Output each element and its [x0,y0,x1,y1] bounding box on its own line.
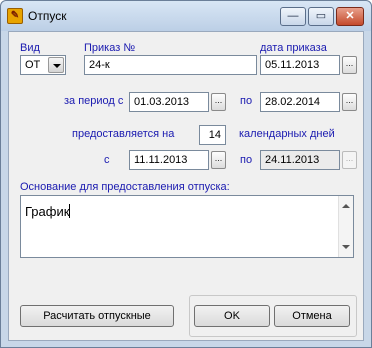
osnovanie-text: График [25,204,71,219]
dialog-body: Вид Приказ № дата приказа ОТ 24-к 05.11.… [8,31,364,341]
osnovanie-textarea[interactable]: График [20,195,354,258]
period-from-label: за период с [64,95,124,107]
data-prikaza-input[interactable]: 05.11.2013 [260,55,340,75]
close-button[interactable]: ✕ [336,7,364,26]
scroll-up-icon[interactable] [342,204,350,208]
cancel-button[interactable]: Отмена [274,305,350,327]
days-unit-label: календарных дней [239,128,335,140]
minimize-button[interactable]: — [280,7,306,26]
leave-from-input[interactable]: 11.11.2013 [129,150,209,170]
maximize-button[interactable]: ▭ [308,7,334,26]
chevron-down-icon[interactable] [48,57,64,73]
period-to-input[interactable]: 28.02.2014 [260,92,340,112]
days-label: предоставляется на [72,128,175,140]
scroll-down-icon[interactable] [342,245,350,249]
leave-from-picker-button[interactable]: ... [211,151,226,169]
window-title: Отпуск [28,9,67,23]
data-prikaza-picker-button[interactable]: ... [342,56,357,74]
vid-select-value: ОТ [25,59,41,71]
data-prikaza-label: дата приказа [260,42,327,54]
prikaz-label: Приказ № [84,42,136,54]
period-to-label: по [240,95,253,107]
app-icon: ✎ [7,8,23,24]
period-from-input[interactable]: 01.03.2013 [129,92,209,112]
days-input[interactable]: 14 [199,125,226,145]
title-bar[interactable]: ✎ Отпуск — ▭ ✕ [1,1,371,31]
calc-leave-pay-button[interactable]: Расчитать отпускные [20,305,174,327]
osnovanie-label: Основание для предоставления отпуска: [20,181,230,193]
leave-to-input: 24.11.2013 [260,150,340,170]
dialog-window: ✎ Отпуск — ▭ ✕ Вид Приказ № дата приказа… [0,0,372,348]
vid-label: Вид [20,42,40,54]
vid-select[interactable]: ОТ [20,55,66,75]
leave-from-label: с [104,154,110,166]
period-to-picker-button[interactable]: ... [342,93,357,111]
period-from-picker-button[interactable]: ... [211,93,226,111]
memo-scrollbar[interactable] [338,196,353,257]
leave-to-label: по [240,154,253,166]
prikaz-number-input[interactable]: 24-к [84,55,257,75]
ok-button[interactable]: OK [194,305,270,327]
leave-to-picker-button: ... [342,151,357,169]
